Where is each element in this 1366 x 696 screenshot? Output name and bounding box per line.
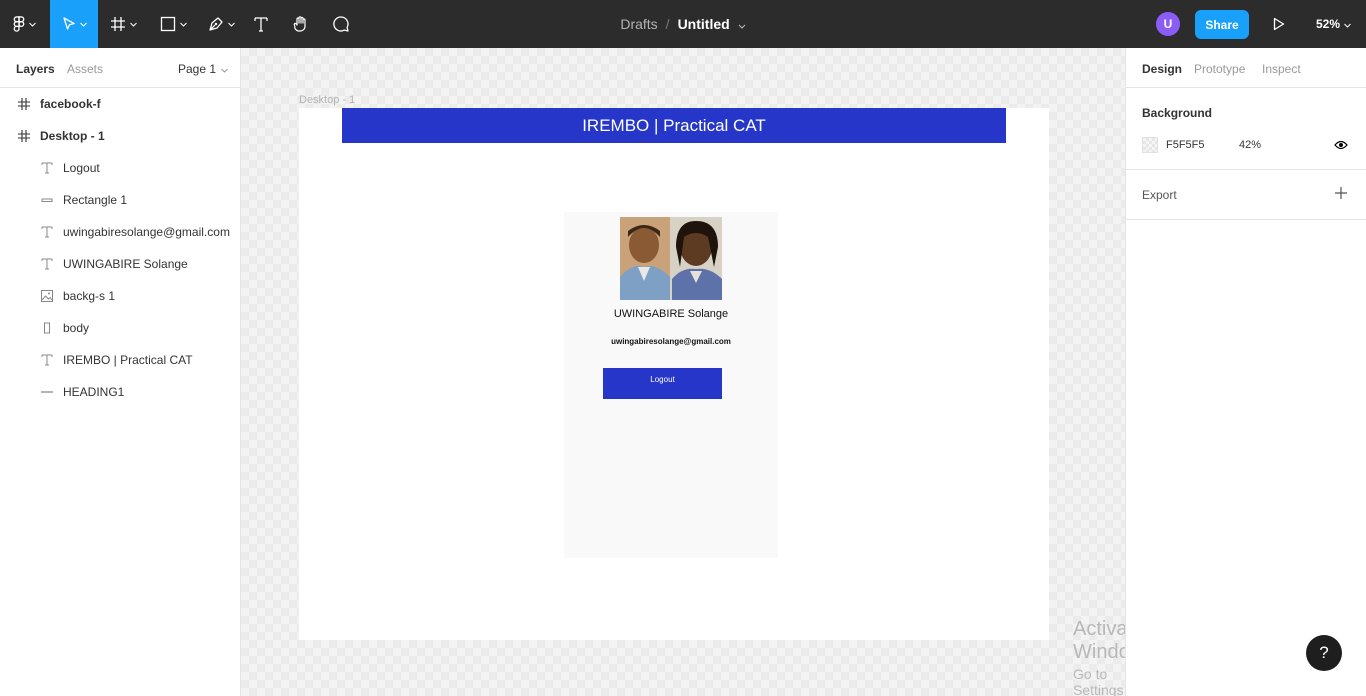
- user-email[interactable]: uwingabiresolange@gmail.com: [564, 337, 778, 346]
- tab-prototype[interactable]: Prototype: [1194, 62, 1245, 76]
- move-tool-button[interactable]: [50, 0, 98, 48]
- frame-tool-button[interactable]: [100, 0, 146, 48]
- layer-label: HEADING1: [63, 385, 125, 399]
- rectangle-icon: [160, 16, 176, 32]
- watermark-title: Activate Windows: [1073, 618, 1125, 663]
- text-icon: [39, 352, 55, 368]
- layer-item[interactable]: uwingabiresolange@gmail.com: [0, 216, 240, 248]
- layer-item[interactable]: IREMBO | Practical CAT: [0, 344, 240, 376]
- page-selector-label: Page 1: [178, 62, 217, 76]
- background-title: Background: [1142, 106, 1213, 120]
- canvas[interactable]: Desktop - 1 IREMBO | Practical CAT UWING…: [241, 48, 1125, 696]
- hand-tool-button[interactable]: [286, 0, 316, 48]
- layer-item[interactable]: HEADING1: [0, 376, 240, 408]
- logout-button[interactable]: Logout: [603, 368, 722, 399]
- properties-panel: Design Prototype Inspect Background F5F5…: [1125, 48, 1366, 696]
- heading-bar[interactable]: IREMBO | Practical CAT: [342, 108, 1006, 143]
- frame-icon: [16, 128, 32, 144]
- layer-label: backg-s 1: [63, 289, 116, 303]
- chevron-down-icon: [28, 22, 36, 27]
- frame-icon: [16, 96, 32, 112]
- layer-item[interactable]: backg-s 1: [0, 280, 240, 312]
- layer-label: Desktop - 1: [40, 129, 105, 143]
- export-title: Export: [1142, 188, 1177, 202]
- play-icon: [1273, 17, 1285, 31]
- toolbar: Drafts / Untitled U Share 52%: [0, 0, 1366, 48]
- tab-design[interactable]: Design: [1142, 62, 1182, 76]
- rectangle-icon: [39, 320, 55, 336]
- comment-tool-button[interactable]: [326, 0, 356, 48]
- present-button[interactable]: [1266, 0, 1292, 48]
- chevron-down-icon: [221, 62, 228, 76]
- layer-label: Rectangle 1: [63, 193, 128, 207]
- layer-item[interactable]: facebook-f: [0, 88, 240, 120]
- share-button[interactable]: Share: [1195, 10, 1249, 39]
- image-icon: [39, 288, 55, 304]
- layer-label: uwingabiresolange@gmail.com: [63, 225, 230, 239]
- text-icon: [39, 256, 55, 272]
- rectangle-icon: [39, 192, 55, 208]
- layer-item[interactable]: Desktop - 1: [0, 120, 240, 152]
- help-button[interactable]: ?: [1306, 635, 1342, 671]
- watermark-subtitle: Go to Settings to activate Windows.: [1073, 666, 1125, 696]
- comment-icon: [332, 15, 350, 33]
- chevron-down-icon: [129, 22, 137, 27]
- chevron-down-icon: [1344, 17, 1351, 31]
- export-section: Export: [1126, 170, 1366, 220]
- text-icon: [39, 224, 55, 240]
- chevron-down-icon: [179, 22, 187, 27]
- right-panel-tabs: Design Prototype Inspect: [1126, 48, 1366, 88]
- plus-icon[interactable]: [1334, 186, 1348, 205]
- tab-assets[interactable]: Assets: [67, 62, 103, 76]
- activate-windows-watermark: Activate Windows Go to Settings to activ…: [1073, 618, 1125, 696]
- text-tool-button[interactable]: [246, 0, 276, 48]
- zoom-dropdown[interactable]: 52%: [1316, 0, 1351, 48]
- avatar[interactable]: U: [1156, 12, 1180, 36]
- frame-icon: [110, 16, 126, 32]
- chevron-down-icon: [227, 22, 235, 27]
- shape-tool-button[interactable]: [150, 0, 196, 48]
- layers-panel: Layers Assets Page 1 facebook-f Desktop …: [0, 48, 241, 696]
- profile-card[interactable]: UWINGABIRE Solange uwingabiresolange@gma…: [564, 212, 778, 558]
- profile-photo[interactable]: [620, 217, 722, 300]
- breadcrumb-project[interactable]: Drafts: [620, 16, 657, 32]
- layer-label: facebook-f: [40, 97, 101, 111]
- layer-item[interactable]: body: [0, 312, 240, 344]
- hand-icon: [292, 15, 310, 33]
- tab-layers[interactable]: Layers: [16, 62, 55, 76]
- tab-inspect[interactable]: Inspect: [1262, 62, 1301, 76]
- desktop-frame[interactable]: IREMBO | Practical CAT UWINGABIRE Solang…: [299, 108, 1049, 640]
- layer-label: Logout: [63, 161, 100, 175]
- eye-icon[interactable]: [1334, 138, 1348, 157]
- main-menu-button[interactable]: [0, 0, 48, 48]
- pen-tool-button[interactable]: [198, 0, 244, 48]
- layer-item[interactable]: Rectangle 1: [0, 184, 240, 216]
- background-swatch[interactable]: [1142, 137, 1158, 153]
- file-name[interactable]: Untitled: [678, 16, 730, 32]
- page-selector[interactable]: Page 1: [178, 62, 228, 76]
- pen-icon: [208, 16, 224, 32]
- zoom-level: 52%: [1316, 17, 1341, 31]
- chevron-down-icon[interactable]: [738, 16, 746, 32]
- layer-label: body: [63, 321, 90, 335]
- chevron-down-icon: [79, 22, 87, 27]
- figma-logo-icon: [13, 15, 25, 33]
- text-icon: [253, 16, 269, 32]
- layer-label: IREMBO | Practical CAT: [63, 353, 193, 367]
- background-hex-input[interactable]: F5F5F5: [1166, 139, 1205, 151]
- background-section: Background F5F5F5 42%: [1126, 88, 1366, 170]
- layer-item[interactable]: Logout: [0, 152, 240, 184]
- heading-text: IREMBO | Practical CAT: [582, 115, 766, 135]
- cursor-arrow-icon: [62, 17, 76, 31]
- line-icon: [39, 384, 55, 400]
- background-opacity-input[interactable]: 42%: [1239, 139, 1261, 151]
- layer-item[interactable]: UWINGABIRE Solange: [0, 248, 240, 280]
- user-name[interactable]: UWINGABIRE Solange: [564, 308, 778, 320]
- breadcrumb-separator: /: [665, 16, 670, 32]
- left-panel-tabs: Layers Assets Page 1: [0, 48, 240, 88]
- layer-label: UWINGABIRE Solange: [63, 257, 188, 271]
- frame-label[interactable]: Desktop - 1: [299, 94, 355, 106]
- text-icon: [39, 160, 55, 176]
